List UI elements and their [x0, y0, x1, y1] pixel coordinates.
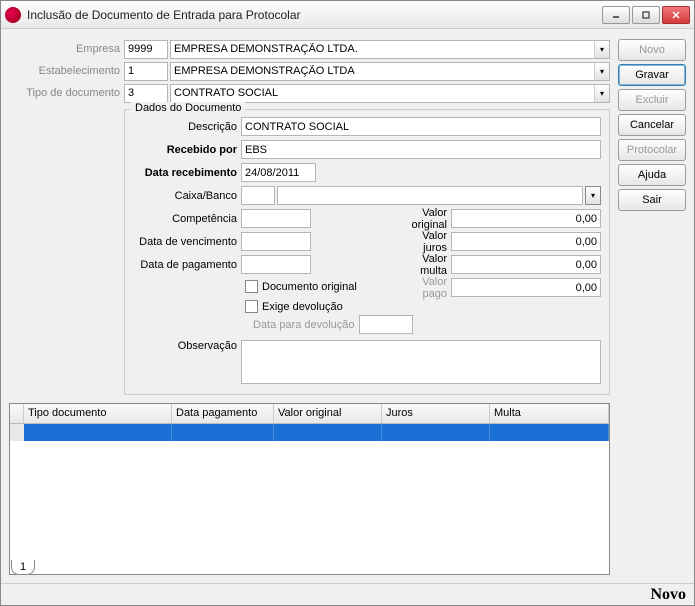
protocolar-button[interactable]: Protocolar: [618, 139, 686, 161]
data-receb-input[interactable]: [241, 163, 316, 182]
chevron-down-icon: ▾: [600, 67, 604, 76]
gravar-button[interactable]: Gravar: [618, 64, 686, 86]
valor-multa-input[interactable]: [451, 255, 601, 274]
grid-header-valor[interactable]: Valor original: [274, 404, 382, 423]
doc-original-checkbox[interactable]: [245, 280, 258, 293]
valor-pago-label: Valor pago: [401, 276, 451, 300]
valor-juros-input[interactable]: [451, 232, 601, 251]
data-devol-input[interactable]: [359, 315, 413, 334]
recebido-input[interactable]: [241, 140, 601, 159]
estab-label: Estabelecimento: [9, 65, 124, 77]
data-pag-label: Data de pagamento: [133, 259, 241, 271]
close-icon: [671, 10, 681, 20]
maximize-button[interactable]: [632, 6, 660, 24]
doc-original-label: Documento original: [262, 281, 357, 293]
competencia-input[interactable]: [241, 209, 311, 228]
content-area: Empresa ▾ Estabelecimento ▾: [1, 29, 694, 583]
data-receb-label: Data recebimento: [133, 167, 241, 179]
documents-grid[interactable]: Tipo documento Data pagamento Valor orig…: [9, 403, 610, 575]
minimize-icon: [611, 10, 621, 20]
data-venc-label: Data de vencimento: [133, 236, 241, 248]
tipodoc-label: Tipo de documento: [9, 87, 124, 99]
grid-header-tipo[interactable]: Tipo documento: [24, 404, 172, 423]
minimize-button[interactable]: [602, 6, 630, 24]
observacao-input[interactable]: [241, 340, 601, 384]
estab-dropdown-button[interactable]: ▾: [594, 62, 610, 81]
close-button[interactable]: [662, 6, 690, 24]
sheet-tab-1[interactable]: 1: [11, 560, 35, 575]
grid-header-rowmarker[interactable]: [10, 404, 24, 423]
grid-header-juros[interactable]: Juros: [382, 404, 490, 423]
data-pag-input[interactable]: [241, 255, 311, 274]
grid-section: Tipo documento Data pagamento Valor orig…: [9, 401, 610, 575]
exige-devol-label: Exige devolução: [262, 301, 343, 313]
novo-button[interactable]: Novo: [618, 39, 686, 61]
valor-original-label: Valor original: [401, 207, 451, 231]
grid-header-data-pag[interactable]: Data pagamento: [172, 404, 274, 423]
side-buttons: Novo Gravar Excluir Cancelar Protocolar …: [618, 35, 686, 583]
chevron-down-icon: ▾: [600, 89, 604, 98]
app-icon: [5, 7, 21, 23]
cancelar-button[interactable]: Cancelar: [618, 114, 686, 136]
sair-button[interactable]: Sair: [618, 189, 686, 211]
header-fields: Empresa ▾ Estabelecimento ▾: [9, 35, 610, 107]
descricao-input[interactable]: [241, 117, 601, 136]
empresa-name-input[interactable]: [170, 40, 610, 59]
competencia-label: Competência: [133, 213, 241, 225]
valor-juros-label: Valor juros: [401, 230, 451, 254]
valor-multa-label: Valor multa: [401, 253, 451, 277]
titlebar: Inclusão de Documento de Entrada para Pr…: [1, 1, 694, 29]
empresa-dropdown-button[interactable]: ▾: [594, 40, 610, 59]
valor-original-input[interactable]: [451, 209, 601, 228]
maximize-icon: [641, 10, 651, 20]
statusbar: Novo: [1, 583, 694, 605]
grid-header-multa[interactable]: Multa: [490, 404, 609, 423]
status-mode: Novo: [650, 586, 686, 604]
empresa-code-input[interactable]: [124, 40, 168, 59]
empresa-label: Empresa: [9, 43, 124, 55]
caixa-code-input[interactable]: [241, 186, 275, 205]
caixa-name-input[interactable]: [277, 186, 583, 205]
fieldset-legend: Dados do Documento: [131, 102, 245, 114]
observacao-label: Observação: [133, 340, 241, 352]
exige-devol-checkbox[interactable]: [245, 300, 258, 313]
valor-pago-input[interactable]: [451, 278, 601, 297]
dados-documento-fieldset: Dados do Documento Descrição Recebido po…: [124, 109, 610, 395]
sheet-tabs: 1: [9, 557, 35, 575]
grid-header: Tipo documento Data pagamento Valor orig…: [10, 404, 609, 424]
data-devol-label: Data para devolução: [253, 319, 355, 331]
window-title: Inclusão de Documento de Entrada para Pr…: [27, 8, 602, 22]
ajuda-button[interactable]: Ajuda: [618, 164, 686, 186]
tipodoc-dropdown-button[interactable]: ▾: [594, 84, 610, 103]
chevron-down-icon: ▾: [591, 191, 595, 200]
caixa-dropdown-button[interactable]: ▾: [585, 186, 601, 205]
window-frame: Inclusão de Documento de Entrada para Pr…: [0, 0, 695, 606]
chevron-down-icon: ▾: [600, 45, 604, 54]
excluir-button[interactable]: Excluir: [618, 89, 686, 111]
window-controls: [602, 6, 690, 24]
descricao-label: Descrição: [133, 121, 241, 133]
table-row[interactable]: [10, 424, 609, 441]
main-panel: Empresa ▾ Estabelecimento ▾: [9, 35, 610, 583]
caixa-label: Caixa/Banco: [133, 190, 241, 202]
tipodoc-code-input[interactable]: [124, 84, 168, 103]
data-venc-input[interactable]: [241, 232, 311, 251]
tipodoc-name-input[interactable]: [170, 84, 610, 103]
estab-name-input[interactable]: [170, 62, 610, 81]
recebido-label: Recebido por: [133, 144, 241, 156]
estab-code-input[interactable]: [124, 62, 168, 81]
